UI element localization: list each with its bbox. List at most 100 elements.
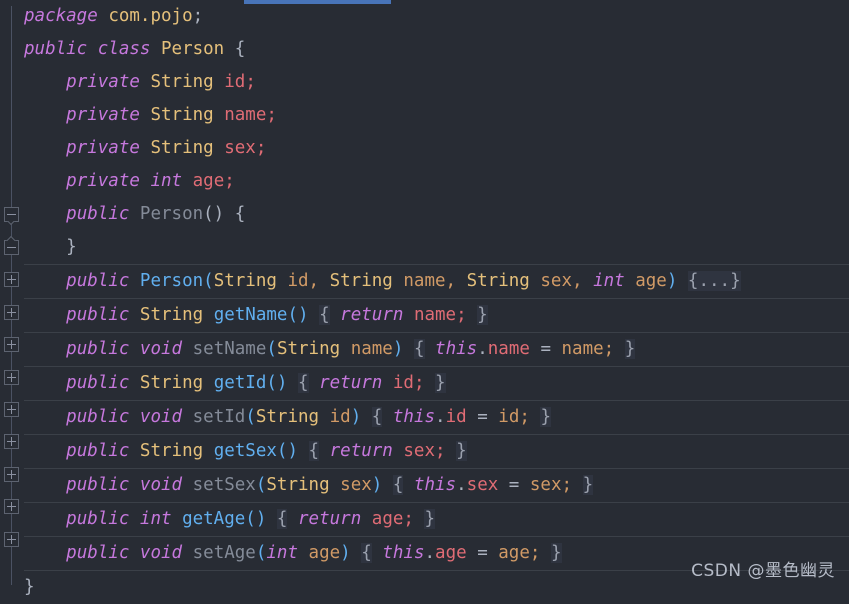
code-line[interactable]: public String getId() { return id; }	[24, 366, 849, 400]
code-line[interactable]: package com.pojo;	[24, 0, 849, 33]
code-line[interactable]: public void setId(String id) { this.id =…	[24, 400, 849, 434]
code-editor[interactable]: package com.pojo; public class Person { p…	[0, 0, 849, 597]
code-line[interactable]: }	[24, 231, 849, 264]
code-token: .	[435, 407, 446, 427]
code-token: public	[66, 204, 130, 224]
code-token: public	[66, 305, 130, 325]
code-token: ;	[519, 407, 541, 427]
code-token: ;	[413, 373, 436, 393]
plus-stroke	[11, 308, 12, 317]
code-line[interactable]: private int age;	[24, 165, 849, 198]
code-token: id	[224, 72, 246, 92]
fold-collapse-minus-icon[interactable]	[4, 207, 19, 222]
code-token: void	[139, 339, 183, 359]
code-token: String	[150, 138, 214, 158]
code-token: sex	[466, 475, 499, 495]
code-token: name	[413, 305, 457, 325]
code-token: }	[424, 509, 436, 529]
fold-collapse-minus-icon[interactable]	[4, 240, 19, 255]
fold-expand-plus-icon[interactable]	[4, 370, 19, 385]
code-token: =	[529, 339, 562, 359]
code-token: name	[561, 339, 604, 359]
code-token: }	[582, 475, 594, 495]
code-token: void	[139, 543, 183, 563]
fold-expand-plus-icon[interactable]	[4, 467, 19, 482]
plus-stroke	[11, 470, 12, 479]
code-token: getSex	[213, 441, 277, 461]
plus-stroke	[11, 373, 12, 382]
code-token: )	[666, 271, 678, 291]
code-token: ()	[276, 441, 298, 461]
code-token: private	[66, 105, 140, 125]
code-token: ,	[445, 271, 467, 291]
code-line[interactable]: public int getAge() { return age; }	[24, 502, 849, 536]
code-content[interactable]: package com.pojo; public class Person { p…	[24, 0, 849, 597]
code-line[interactable]: public void setName(String name) { this.…	[24, 332, 849, 366]
code-token: private	[66, 171, 140, 191]
code-token: ()	[245, 509, 267, 529]
code-token: (	[255, 543, 267, 563]
fold-expand-plus-icon[interactable]	[4, 337, 19, 352]
code-token: String	[150, 72, 214, 92]
fold-expand-plus-icon[interactable]	[4, 272, 19, 287]
code-token: public	[66, 339, 130, 359]
code-line[interactable]: public class Person {	[24, 33, 849, 66]
editor-gutter[interactable]	[0, 0, 24, 591]
code-line[interactable]: public Person(String id, String name, St…	[24, 264, 849, 298]
fold-expand-plus-icon[interactable]	[4, 434, 19, 449]
code-token: private	[66, 72, 140, 92]
code-token: (	[266, 339, 277, 359]
code-line[interactable]: public String getSex() { return sex; }	[24, 434, 849, 468]
code-token: ()	[266, 373, 288, 393]
code-line[interactable]: private String sex;	[24, 132, 849, 165]
fold-region-start-arrow-icon	[5, 221, 18, 228]
code-line[interactable]: public String getName() { return name; }	[24, 298, 849, 332]
code-token: String	[329, 271, 393, 291]
code-token: ;	[224, 171, 235, 191]
code-line[interactable]: private String name;	[24, 99, 849, 132]
code-line[interactable]: private String id;	[24, 66, 849, 99]
fold-region-end-arrow-icon	[5, 234, 18, 241]
code-token: setId	[192, 407, 246, 427]
plus-stroke	[11, 502, 12, 511]
code-token: ;	[603, 339, 625, 359]
code-token: {	[371, 407, 383, 427]
code-line[interactable]: public void setSex(String sex) { this.se…	[24, 468, 849, 502]
code-token: String	[255, 407, 320, 427]
code-token: String	[266, 475, 330, 495]
code-token: sex	[403, 441, 435, 461]
code-token: id	[392, 373, 414, 393]
code-token: ,	[571, 271, 594, 291]
code-token: ;	[266, 105, 277, 125]
fold-expand-plus-icon[interactable]	[4, 305, 19, 320]
fold-expand-plus-icon[interactable]	[4, 402, 19, 417]
fold-expand-plus-icon[interactable]	[4, 532, 19, 547]
code-token: .	[477, 339, 488, 359]
code-line[interactable]: public Person() {	[24, 198, 849, 231]
code-token: sex	[224, 138, 256, 158]
code-token: =	[498, 475, 530, 495]
fold-expand-plus-icon[interactable]	[4, 499, 19, 514]
code-token: ;	[435, 441, 457, 461]
